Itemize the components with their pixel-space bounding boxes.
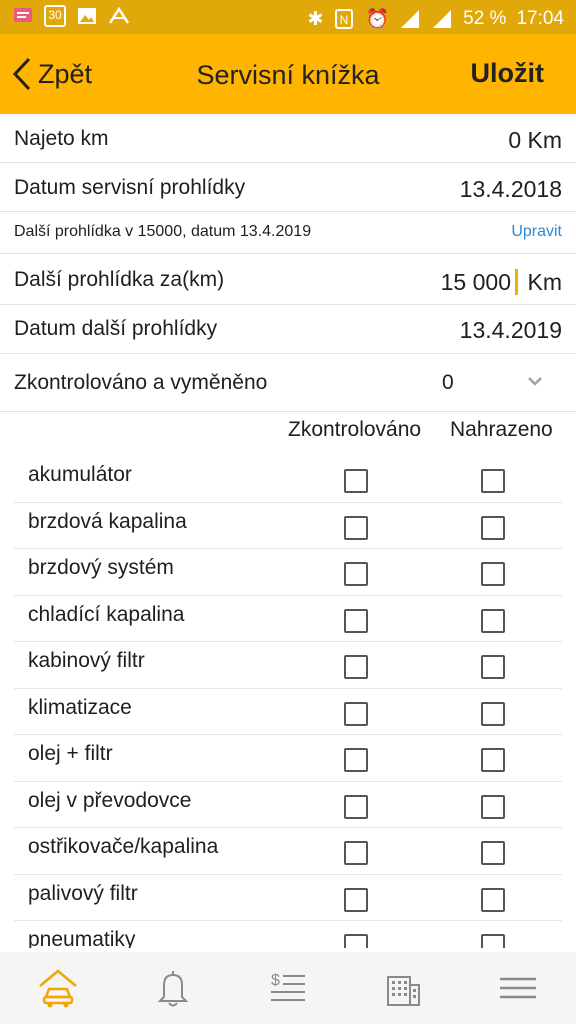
checklist-item: brzdová kapalina xyxy=(14,503,562,549)
checklist-item-label: olej v převodovce xyxy=(28,788,192,812)
checklist-item: olej + filtr xyxy=(14,735,562,782)
checked-replaced-label: Zkontrolováno a vyměněno xyxy=(14,371,268,394)
next-km-unit: Km xyxy=(527,269,563,295)
checklist-item-label: brzdový systém xyxy=(28,556,174,579)
checklist-item: klimatizace xyxy=(14,689,562,735)
checklist-item: kabinový filtr xyxy=(14,642,562,689)
replaced-checkbox[interactable] xyxy=(481,934,505,948)
replaced-checkbox[interactable] xyxy=(481,562,505,586)
back-label: Zpět xyxy=(38,58,93,89)
nav-menu[interactable] xyxy=(461,952,576,1024)
next-date-label: Datum další prohlídky xyxy=(14,317,218,340)
save-button[interactable]: Uložit xyxy=(471,58,545,89)
checked-checkbox[interactable] xyxy=(344,748,368,772)
checked-checkbox[interactable] xyxy=(344,887,368,912)
checked-replaced-value[interactable]: 0 xyxy=(442,371,454,395)
bluetooth-icon: ✱ xyxy=(307,8,324,30)
checklist-item: akumulátor xyxy=(14,456,562,503)
next-service-note-text: Další prohlídka v 15000, datum 13.4.2019 xyxy=(14,223,312,240)
edit-link[interactable]: Upravit xyxy=(511,223,562,241)
service-date-value[interactable]: 13.4.2018 xyxy=(460,176,562,203)
battery-percent: 52 % xyxy=(463,8,507,29)
checked-checkbox[interactable] xyxy=(344,608,368,633)
calendar-notification-icon: 30 xyxy=(44,5,66,27)
next-date-value[interactable]: 13.4.2019 xyxy=(460,317,562,344)
replaced-checkbox[interactable] xyxy=(481,701,505,726)
checklist-item-label: brzdová kapalina xyxy=(28,509,187,533)
nav-expenses[interactable]: $ xyxy=(230,952,345,1024)
checked-checkbox[interactable] xyxy=(344,794,368,819)
replaced-checkbox[interactable] xyxy=(481,841,505,865)
checked-checkbox[interactable] xyxy=(344,701,368,726)
checked-checkbox[interactable] xyxy=(344,934,368,948)
service-date-label: Datum servisní prohlídky xyxy=(14,176,246,199)
bottom-nav: $ xyxy=(0,952,576,1024)
chevron-down-icon[interactable] xyxy=(526,372,544,390)
car-home-icon xyxy=(38,969,77,1008)
checklist-item: brzdový systém xyxy=(14,549,562,596)
checklist-item: olej v převodovce xyxy=(14,782,562,828)
svg-text:N: N xyxy=(340,13,349,27)
mobile-signal-icon xyxy=(401,10,420,28)
back-button[interactable]: Zpět xyxy=(12,54,92,94)
clock: 17:04 xyxy=(516,8,564,29)
next-date-row[interactable]: Datum další prohlídky 13.4.2019 xyxy=(0,305,576,354)
checklist-item-label: palivový filtr xyxy=(28,881,138,905)
replaced-checkbox[interactable] xyxy=(481,794,505,819)
next-km-label: Další prohlídka za(km) xyxy=(14,268,225,291)
checklist-item-label: olej + filtr xyxy=(28,742,113,765)
hamburger-menu-icon xyxy=(500,977,537,999)
chevron-left-icon xyxy=(12,57,31,91)
app-notification-icon xyxy=(108,6,130,24)
checklist-item-label: pneumatiky xyxy=(28,928,136,948)
image-notification-icon xyxy=(78,8,96,24)
checked-checkbox[interactable] xyxy=(344,515,368,540)
nav-reminders[interactable] xyxy=(115,952,230,1024)
next-km-row[interactable]: Další prohlídka za(km) 15 000 Km xyxy=(0,254,576,305)
column-header-replaced: Nahrazeno xyxy=(450,418,553,441)
checklist-item: pneumatiky xyxy=(14,921,562,948)
checked-checkbox[interactable] xyxy=(344,562,368,586)
alarm-icon: ⏰ xyxy=(365,9,390,30)
mileage-value[interactable]: 0 Km xyxy=(508,127,562,154)
expenses-list-icon: $ xyxy=(271,972,305,1001)
replaced-checkbox[interactable] xyxy=(481,887,505,912)
app-bar: Zpět Servisní knížka Uložit xyxy=(0,34,576,114)
checklist-item-label: akumulátor xyxy=(28,463,132,486)
checklist-item-label: ostřikovače/kapalina xyxy=(28,835,219,858)
checklist-item-label: klimatizace xyxy=(28,695,132,719)
svg-text:$: $ xyxy=(271,972,280,989)
next-service-note: Další prohlídka v 15000, datum 13.4.2019… xyxy=(0,212,576,254)
mileage-label: Najeto km xyxy=(14,127,109,150)
checklist-item: ostřikovače/kapalina xyxy=(14,828,562,875)
mileage-row[interactable]: Najeto km 0 Km xyxy=(0,114,576,163)
replaced-checkbox[interactable] xyxy=(481,748,505,772)
message-notification-icon xyxy=(14,8,32,22)
checked-replaced-dropdown[interactable]: Zkontrolováno a vyměněno 0 xyxy=(0,354,576,412)
nav-buildings[interactable] xyxy=(346,952,461,1024)
building-icon xyxy=(387,976,421,1006)
nav-car-home[interactable] xyxy=(0,952,115,1024)
checklist-item: chladící kapalina xyxy=(14,596,562,642)
checklist[interactable]: akumulátor brzdová kapalina brzdový systém… xyxy=(14,456,562,948)
bell-icon xyxy=(157,971,189,1007)
column-header-checked: Zkontrolováno xyxy=(288,418,422,441)
replaced-checkbox[interactable] xyxy=(481,469,505,493)
checked-checkbox[interactable] xyxy=(344,841,368,865)
checked-checkbox[interactable] xyxy=(344,655,368,679)
replaced-checkbox[interactable] xyxy=(481,655,505,679)
signal-icon xyxy=(433,10,452,28)
checklist-item-label: chladící kapalina xyxy=(28,602,185,626)
nfc-icon: N xyxy=(335,9,354,29)
replaced-checkbox[interactable] xyxy=(481,608,505,633)
checked-checkbox[interactable] xyxy=(344,469,368,493)
service-date-row[interactable]: Datum servisní prohlídky 13.4.2018 xyxy=(0,163,576,212)
checklist-item: palivový filtr xyxy=(14,875,562,921)
replaced-checkbox[interactable] xyxy=(481,515,505,540)
checklist-item-label: kabinový filtr xyxy=(28,649,145,672)
status-bar: 30 ✱ N ⏰ 52 % 17:04 xyxy=(0,0,576,34)
next-km-input[interactable]: 15 000 xyxy=(441,269,518,295)
